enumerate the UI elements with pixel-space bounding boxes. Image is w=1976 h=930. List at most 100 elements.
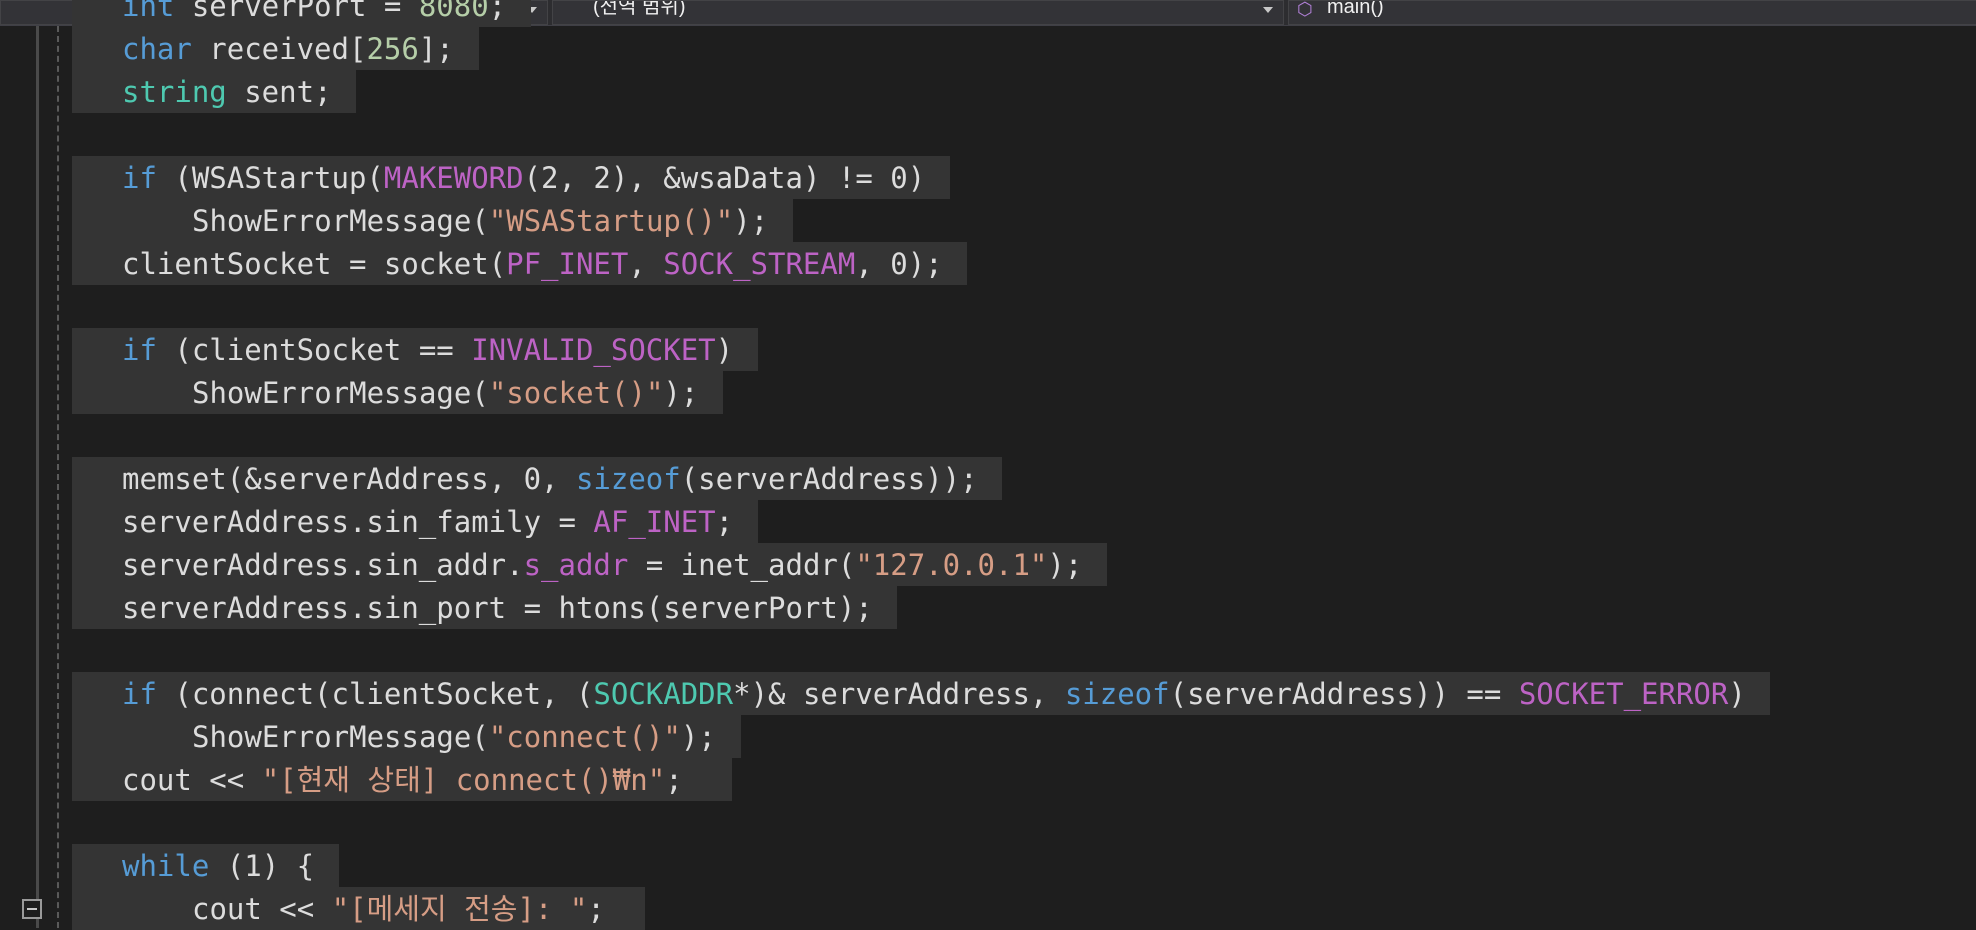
code-token: ;: [665, 763, 683, 797]
code-token: serverAddress.sin_port = htons(serverPor…: [122, 591, 873, 625]
code-token: SOCKET_ERROR: [1518, 677, 1729, 711]
code-token: serverAddress.sin_addr.: [122, 548, 524, 582]
code-token: ): [1728, 677, 1746, 711]
code-token: );: [733, 204, 769, 238]
code-token: 8080: [418, 0, 489, 23]
code-token: SOCKADDR: [593, 677, 734, 711]
code-token: ShowErrorMessage(: [192, 376, 489, 410]
code-token: ShowErrorMessage(: [192, 720, 489, 754]
code-text: serverAddress.sin_addr.s_addr = inet_add…: [122, 549, 1082, 581]
code-token: AF_INET: [593, 505, 716, 539]
code-text: int serverPort = 8080;: [122, 0, 506, 22]
code-line: cout << "[현재 상태] connect()₩n";: [0, 758, 1976, 801]
code-token: if: [122, 677, 157, 711]
code-token: s_addr: [523, 548, 629, 582]
code-token: );: [1047, 548, 1083, 582]
code-token: ];: [418, 32, 454, 66]
code-token: serverPort =: [174, 0, 419, 23]
code-token: (2, 2), &wsaData) != 0): [523, 161, 926, 195]
code-line: while (1) {: [0, 844, 1976, 887]
code-text: serverAddress.sin_family = AF_INET;: [122, 506, 733, 538]
code-line: if (WSAStartup(MAKEWORD(2, 2), &wsaData)…: [0, 156, 1976, 199]
code-line: string sent;: [0, 70, 1976, 113]
code-text: cout << "[현재 상태] connect()₩n";: [122, 764, 683, 796]
code-text: while (1) {: [122, 850, 314, 882]
code-line: ShowErrorMessage("socket()");: [0, 371, 1976, 414]
code-text: ShowErrorMessage("connect()");: [192, 721, 716, 753]
code-token: sizeof: [1064, 677, 1170, 711]
code-token: SOCK_STREAM: [663, 247, 856, 281]
code-text: ShowErrorMessage("WSAStartup()");: [192, 205, 768, 237]
code-token: (1) {: [209, 849, 315, 883]
code-text: if (connect(clientSocket, (SOCKADDR*)& s…: [122, 678, 1746, 710]
code-line: clientSocket = socket(PF_INET, SOCK_STRE…: [0, 242, 1976, 285]
code-token: ;: [715, 505, 734, 539]
code-line: ShowErrorMessage("connect()");: [0, 715, 1976, 758]
code-text: if (clientSocket == INVALID_SOCKET): [122, 334, 733, 366]
code-token: "127.0.0.1": [855, 548, 1048, 582]
code-line: serverAddress.sin_addr.s_addr = inet_add…: [0, 543, 1976, 586]
code-text: ShowErrorMessage("socket()");: [192, 377, 698, 409]
code-line: char received[256];: [0, 27, 1976, 70]
code-token: ,: [628, 247, 664, 281]
code-editor[interactable]: int serverPort = 8080; char received[256]…: [0, 0, 1976, 930]
code-token: );: [680, 720, 716, 754]
code-token: "WSAStartup()": [488, 204, 734, 238]
code-token: sizeof: [575, 462, 681, 496]
code-token: "connect()": [488, 720, 681, 754]
code-text: char received[256];: [122, 33, 454, 65]
code-text: serverAddress.sin_port = htons(serverPor…: [122, 592, 873, 624]
code-token: ;: [587, 892, 605, 926]
code-text: cout << "[메세지 전송]: ";: [192, 893, 605, 925]
code-line: serverAddress.sin_family = AF_INET;: [0, 500, 1976, 543]
code-token: 256: [366, 32, 419, 66]
code-token: "socket()": [488, 376, 664, 410]
code-token: , 0);: [855, 247, 943, 281]
code-line: memset(&serverAddress, 0, sizeof(serverA…: [0, 457, 1976, 500]
code-token: cout <<: [122, 763, 262, 797]
code-token: ;: [488, 0, 507, 23]
code-token: PF_INET: [506, 247, 629, 281]
code-token: (WSAStartup(: [156, 161, 384, 195]
code-token: = inet_addr(: [628, 548, 856, 582]
code-line: if (connect(clientSocket, (SOCKADDR*)& s…: [0, 672, 1976, 715]
code-line: cout << "[메세지 전송]: ";: [0, 887, 1976, 930]
code-text: if (WSAStartup(MAKEWORD(2, 2), &wsaData)…: [122, 162, 925, 194]
code-line: serverAddress.sin_port = htons(serverPor…: [0, 586, 1976, 629]
code-token: (serverAddress));: [680, 462, 978, 496]
code-token: ShowErrorMessage(: [192, 204, 489, 238]
code-token: serverAddress.sin_family =: [122, 505, 594, 539]
code-token: received[: [191, 32, 367, 66]
code-token: INVALID_SOCKET: [471, 333, 716, 367]
code-token: "[현재 상태] connect()₩n": [261, 763, 666, 797]
code-token: if: [122, 161, 157, 195]
code-token: MAKEWORD: [383, 161, 524, 195]
code-token: while: [122, 849, 210, 883]
code-token: int: [122, 0, 175, 23]
code-text: clientSocket = socket(PF_INET, SOCK_STRE…: [122, 248, 943, 280]
code-token: clientSocket = socket(: [122, 247, 507, 281]
code-token: cout <<: [192, 892, 332, 926]
code-text: string sent;: [122, 76, 332, 108]
code-token: (connect(clientSocket, (: [156, 677, 594, 711]
code-token: char: [122, 32, 192, 66]
code-token: if: [122, 333, 157, 367]
code-token: (clientSocket ==: [156, 333, 472, 367]
code-line: ShowErrorMessage("WSAStartup()");: [0, 199, 1976, 242]
code-token: string: [122, 75, 227, 109]
code-token: ): [715, 333, 734, 367]
code-token: *)& serverAddress,: [733, 677, 1065, 711]
code-token: sent;: [226, 75, 332, 109]
code-text: memset(&serverAddress, 0, sizeof(serverA…: [122, 463, 978, 495]
code-token: memset(&serverAddress, 0,: [122, 462, 576, 496]
code-token: (serverAddress)) ==: [1169, 677, 1519, 711]
code-token: );: [663, 376, 699, 410]
code-token: "[메세지 전송]: ": [331, 892, 588, 926]
code-line: if (clientSocket == INVALID_SOCKET): [0, 328, 1976, 371]
code-line: int serverPort = 8080;: [0, 0, 1976, 27]
